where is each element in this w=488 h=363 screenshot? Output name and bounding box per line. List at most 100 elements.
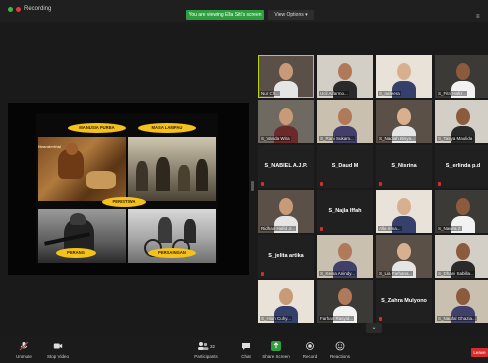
participant-tile[interactable]: S_jelita artika [258, 235, 314, 278]
participant-tile[interactable]: S_NABIEL A.J.P. [258, 145, 314, 188]
participant-gallery: Nur Ch... Ucil Aifarmo... S_nafeera S_Fitri… [256, 55, 488, 323]
participant-tile[interactable]: S_Nisrina [376, 145, 432, 188]
participant-name: S_Naufal Ghazia... [437, 316, 477, 321]
chat-label: Chat [241, 354, 251, 359]
muted-microphone-icon [379, 317, 382, 321]
slide-label-peristiwa: PERISTIWA [102, 197, 146, 207]
participant-tile[interactable]: S_Dhani Sabilla... [435, 235, 488, 278]
participant-tile[interactable]: S_Hiun Cuhy... [258, 280, 314, 323]
unmute-label: Unmute [16, 354, 32, 359]
participant-video-face [338, 243, 352, 260]
participant-tile[interactable]: S_Lia Farhana... [376, 235, 432, 278]
collapse-gallery-button[interactable]: ⌄ [366, 323, 382, 333]
participant-name: S_nafeera [378, 91, 401, 96]
microphone-muted-icon [19, 341, 29, 351]
muted-microphone-icon [438, 182, 441, 186]
stop-video-label: Stop Video [47, 354, 69, 359]
gallery-layout-icon[interactable]: ≡ [476, 14, 480, 20]
participant-name: S_Nawra Z [437, 226, 462, 231]
recording-label: Recording [24, 6, 52, 12]
record-dot-icon [16, 6, 21, 12]
slide-photo-tribe [128, 137, 216, 201]
reactions-label: Reactions [329, 354, 350, 359]
muted-microphone-icon [379, 182, 382, 186]
participant-tile[interactable]: S_Zahra Mulyono [376, 280, 432, 323]
shield-icon [8, 6, 13, 12]
participant-tile[interactable]: S_erlinda p.d [435, 145, 488, 188]
participant-video-face [338, 288, 352, 305]
view-options-label: View Options [274, 12, 304, 18]
participant-video-face [279, 198, 293, 215]
participant-name: Ucil Aifarmo... [319, 91, 349, 96]
participant-tile[interactable]: Nur Ch... [258, 55, 314, 98]
participant-video-face [397, 243, 411, 260]
participant-name: S_Vanda Wira [260, 136, 291, 141]
participant-name: S_erlinda p.d [445, 163, 481, 169]
participant-tile[interactable]: S_Tasya Maulida [435, 100, 488, 143]
participant-tile[interactable]: S_Keisa Anindy... [317, 235, 373, 278]
participant-tile[interactable]: S_Vanda Wira [258, 100, 314, 143]
chevron-down-icon: ▾ [305, 12, 308, 18]
participant-name: S_Rani Sukam... [319, 136, 355, 141]
leave-button[interactable]: Leave [471, 348, 488, 357]
participant-tile[interactable]: S_nafeera [376, 55, 432, 98]
stop-video-button[interactable]: Stop Video [38, 341, 78, 359]
participant-name: S_Hiun Cuhy... [260, 316, 292, 321]
participant-video-face [456, 243, 470, 260]
chevron-down-icon: ⌄ [371, 325, 377, 331]
participant-video-face [456, 288, 470, 305]
reactions-button[interactable]: Reactions [320, 341, 360, 359]
participant-video-face [338, 108, 352, 125]
participant-video-face [397, 108, 411, 125]
recording-indicator: Recording [8, 6, 51, 12]
record-label: Record [302, 354, 318, 359]
participant-tile[interactable]: S_Nadiah Bisya... [376, 100, 432, 143]
split-drag-handle[interactable] [251, 181, 254, 191]
participant-tile[interactable]: Ucil Aifarmo... [317, 55, 373, 98]
slide-label-manusia-purba: MANUSIA PURBA [68, 123, 126, 133]
participant-video-face [338, 63, 352, 80]
participant-tile[interactable]: S_Naufal Ghazia... [435, 280, 488, 323]
participant-video-face [279, 108, 293, 125]
participant-video-face [456, 198, 470, 215]
participant-name: S_Lia Farhana... [378, 271, 414, 276]
participant-video-face [279, 288, 293, 305]
muted-microphone-icon [320, 182, 323, 186]
smiley-icon [335, 341, 345, 351]
participant-name: Alla Irma... [378, 226, 402, 231]
participant-name: S_Nadiah Bisya... [378, 136, 416, 141]
sharing-banner: You are viewing Ella Siti's screen [186, 10, 264, 20]
participant-name: Ridhan Hafid Ji... [260, 226, 297, 231]
participant-tile[interactable]: S_Najla Iffah [317, 190, 373, 233]
participant-tile[interactable]: S_Nawra Z [435, 190, 488, 233]
participant-video-face [279, 63, 293, 80]
participant-name: Farhan Rasyid... [319, 316, 355, 321]
participant-video-face [456, 63, 470, 80]
participant-name: S_Tasya Maulida [437, 136, 474, 141]
slide-label-masa-lampau: MASA LAMPAU [138, 123, 196, 133]
share-screen-icon [271, 341, 281, 351]
participant-video-face [397, 63, 411, 80]
participant-tile[interactable]: S_Daud M [317, 145, 373, 188]
participant-name: S_Najla Iffah [328, 208, 362, 214]
participant-tile[interactable]: Alla Irma... [376, 190, 432, 233]
participant-video-face [397, 198, 411, 215]
participant-name: S_Nisrina [391, 163, 417, 169]
participant-tile[interactable]: Farhan Rasyid... [317, 280, 373, 323]
muted-microphone-icon [261, 272, 264, 276]
muted-microphone-icon [261, 182, 264, 186]
participants-icon: 32 [196, 341, 216, 351]
participant-name: S_Daud M [331, 163, 359, 169]
participants-button[interactable]: 32 Participants [186, 341, 226, 359]
participant-name: S_NABIEL A.J.P. [264, 163, 308, 169]
participant-name: Nur Ch... [260, 91, 281, 96]
slide-label-perang: PERANG [56, 248, 96, 258]
video-camera-icon [53, 341, 63, 351]
participant-tile[interactable]: Ridhan Hafid Ji... [258, 190, 314, 233]
share-screen-label: Share Screen [262, 354, 290, 359]
participant-tile[interactable]: S_Fitri Hafiz... [435, 55, 488, 98]
participant-tile[interactable]: S_Rani Sukam... [317, 100, 373, 143]
record-icon [305, 341, 315, 351]
view-options-button[interactable]: View Options ▾ [268, 10, 314, 20]
muted-microphone-icon [320, 227, 323, 231]
